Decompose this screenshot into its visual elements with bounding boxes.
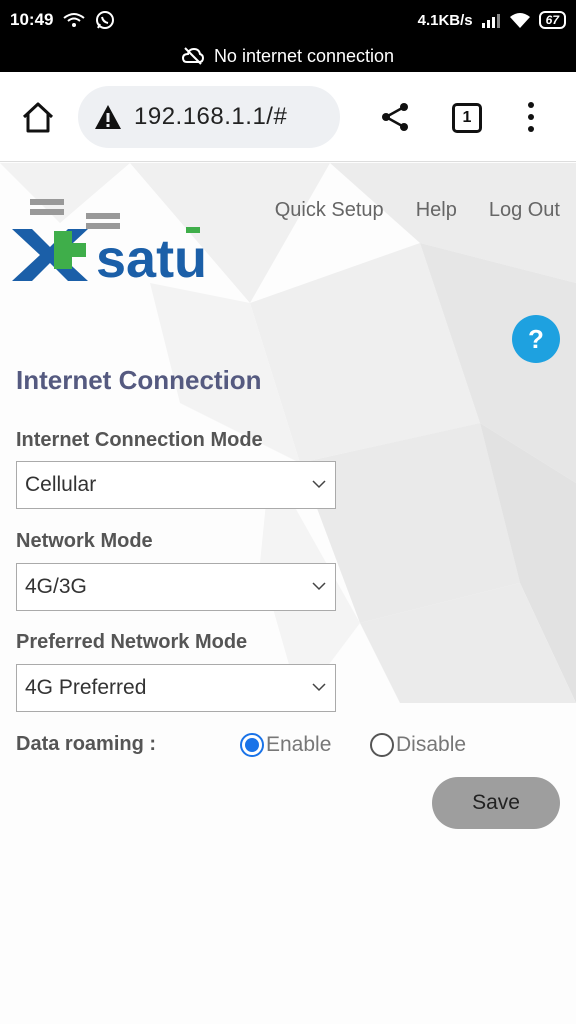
radio-checked-icon[interactable] <box>240 733 264 757</box>
nav-logout[interactable]: Log Out <box>489 199 560 222</box>
help-button[interactable]: ? <box>512 315 560 363</box>
roaming-enable-radio[interactable]: Enable <box>240 733 331 757</box>
roaming-label: Data roaming : <box>16 733 157 755</box>
save-button[interactable]: Save <box>432 777 560 829</box>
chevron-down-icon <box>312 683 326 692</box>
roaming-disable-radio[interactable]: Disable <box>370 733 466 757</box>
offline-banner: No internet connection <box>0 40 576 72</box>
status-bar: 10:49 4.1KB/s 67 <box>0 0 576 40</box>
browser-toolbar: 192.168.1.1/# 1 <box>0 72 576 162</box>
preferred-mode-select[interactable]: 4G Preferred <box>16 664 336 712</box>
xsatu-logo: satu <box>12 199 207 285</box>
chevron-down-icon <box>312 480 326 489</box>
page-title: Internet Connection <box>16 365 262 395</box>
cloud-off-icon <box>181 47 204 65</box>
home-icon[interactable] <box>20 100 56 136</box>
connection-mode-value: Cellular <box>25 473 97 496</box>
warning-icon[interactable] <box>94 104 122 130</box>
status-time: 10:49 <box>10 10 54 29</box>
nav-help[interactable]: Help <box>416 199 457 222</box>
more-menu-icon[interactable] <box>520 100 542 134</box>
connection-mode-select[interactable]: Cellular <box>16 461 336 509</box>
preferred-mode-value: 4G Preferred <box>25 676 147 699</box>
nav-quick-setup[interactable]: Quick Setup <box>275 199 384 222</box>
battery-indicator: 67 <box>538 11 566 29</box>
preferred-mode-label: Preferred Network Mode <box>16 631 248 653</box>
network-mode-label: Network Mode <box>16 530 153 552</box>
share-icon[interactable] <box>378 100 412 134</box>
wifi-icon <box>509 13 530 28</box>
wifi-hotspot-icon <box>63 13 86 27</box>
signal-icon <box>481 14 500 28</box>
roaming-disable-label[interactable]: Disable <box>396 733 466 757</box>
top-nav: Quick Setup Help Log Out <box>275 199 560 222</box>
offline-text: No internet connection <box>213 45 395 66</box>
whatsapp-icon <box>96 11 115 29</box>
address-bar[interactable]: 192.168.1.1/# <box>78 86 340 148</box>
connection-mode-label: Internet Connection Mode <box>16 429 263 451</box>
net-speed: 4.1KB/s <box>417 11 473 29</box>
network-mode-value: 4G/3G <box>25 575 87 598</box>
router-page: satu Quick Setup Help Log Out ? Internet… <box>0 163 576 1024</box>
chevron-down-icon <box>312 582 326 591</box>
tab-switcher-button[interactable]: 1 <box>452 103 482 133</box>
roaming-enable-label[interactable]: Enable <box>266 733 331 757</box>
radio-unchecked-icon[interactable] <box>370 733 394 757</box>
url-text[interactable]: 192.168.1.1/# <box>134 103 287 131</box>
logo-wordmark: satu <box>96 229 207 285</box>
network-mode-select[interactable]: 4G/3G <box>16 563 336 611</box>
